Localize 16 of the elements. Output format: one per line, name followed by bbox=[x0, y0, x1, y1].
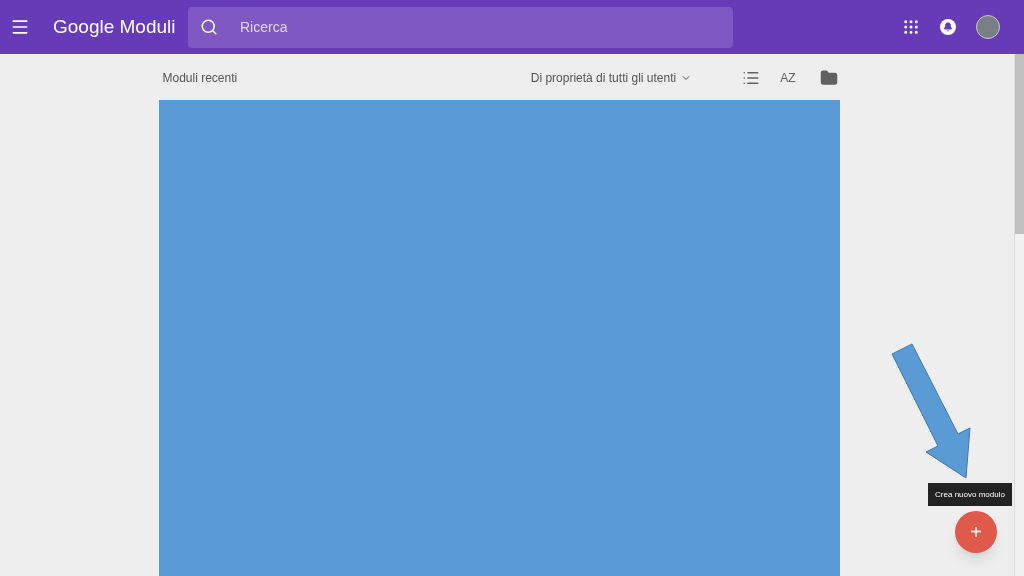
create-form-button[interactable]: + bbox=[955, 511, 997, 553]
apps-grid-icon[interactable] bbox=[902, 18, 920, 36]
account-avatar[interactable] bbox=[976, 15, 1000, 39]
scrollbar[interactable] bbox=[1014, 54, 1024, 576]
notifications-icon[interactable] bbox=[940, 19, 956, 35]
menu-icon[interactable] bbox=[10, 17, 30, 37]
list-view-icon[interactable] bbox=[742, 69, 761, 87]
tooltip: Crea nuovo modulo bbox=[928, 483, 1012, 506]
search-field[interactable]: Ricerca bbox=[240, 16, 721, 38]
sort-button[interactable]: AZ bbox=[780, 69, 796, 87]
folder-icon[interactable] bbox=[819, 69, 838, 87]
search-bar[interactable]: Ricerca bbox=[188, 6, 733, 48]
search-icon bbox=[200, 18, 218, 36]
section-title: Moduli recenti bbox=[162, 70, 238, 87]
app-title: Google Moduli bbox=[53, 14, 173, 39]
owner-filter-dropdown[interactable]: Di proprietà di tutti gli utenti bbox=[530, 69, 693, 87]
